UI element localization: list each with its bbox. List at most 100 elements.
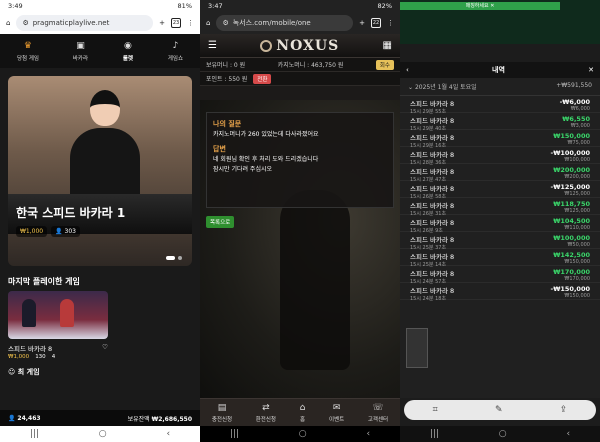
menu-icon[interactable]: ⋮ — [187, 19, 194, 27]
new-tab-icon[interactable]: + — [359, 19, 365, 27]
featured-game-card[interactable]: 한국 스피드 바카라 1 ₩1,000 👤 303 — [8, 76, 192, 266]
category-roulette[interactable]: ◉ 룰렛 — [122, 40, 134, 62]
history-row[interactable]: 스피드 바카라 8 15시 26분 9초 ₩104,500 ₩110,000 — [400, 215, 600, 234]
url-field[interactable]: ⚙ 녹서스.com/mobile/one — [216, 15, 354, 31]
home-icon[interactable]: ⌂ — [206, 19, 210, 27]
url-field[interactable]: ⚙ pragmaticplaylive.net — [16, 15, 154, 31]
row-amount: ₩104,500 — [553, 217, 590, 225]
history-row[interactable]: 스피드 바카라 8 15시 29분 55초 -₩6,000 ₩6,000 — [400, 96, 600, 115]
row-game-name: 스피드 바카라 8 — [410, 185, 455, 193]
row-timestamp: 15시 24분 57초 — [410, 279, 447, 285]
home-nav-icon[interactable]: ○ — [299, 429, 307, 439]
history-row[interactable]: 스피드 바카라 8 15시 26분 31초 ₩118,750 ₩125,000 — [400, 198, 600, 217]
edit-icon[interactable]: ✎ — [495, 405, 503, 415]
row-right: ₩150,000 ₩75,000 — [553, 132, 590, 146]
player-count-badge: 👤 303 — [51, 226, 80, 237]
mini-player-thumbnail[interactable] — [406, 328, 428, 368]
row-timestamp: 15시 28분 36초 — [410, 160, 447, 166]
back-to-list-button[interactable]: 목록으로 — [206, 216, 235, 228]
exchange-icon: ⇄ — [262, 402, 270, 413]
row-game-name: 스피드 바카라 8 — [410, 117, 455, 125]
tab-count-button[interactable]: 23 — [171, 18, 181, 28]
home-icon[interactable]: ⌂ — [6, 19, 10, 27]
featured-game-title: 한국 스피드 바카라 1 — [16, 206, 126, 220]
recents-icon[interactable]: ||| — [30, 429, 39, 439]
dealer-image — [70, 90, 140, 200]
tab-count-button[interactable]: 22 — [371, 18, 381, 28]
history-row[interactable]: 스피드 바카라 8 15시 27분 47초 ₩200,000 ₩200,000 — [400, 164, 600, 183]
row-timestamp: 15시 29분 16초 — [410, 143, 447, 149]
row-left: 스피드 바카라 8 15시 25분 37초 — [410, 234, 454, 251]
history-row[interactable]: 스피드 바카라 8 15시 26분 58초 -₩125,000 ₩125,000 — [400, 181, 600, 200]
wallet-icon: ▤ — [217, 402, 227, 413]
carousel-dots[interactable] — [166, 256, 182, 260]
history-row[interactable]: 스피드 바카라 8 15시 28분 36초 -₩100,000 ₩100,000 — [400, 147, 600, 166]
url-text: 녹서스.com/mobile/one — [232, 19, 311, 27]
date-text: 2025년 1월 4일 토요일 — [414, 84, 477, 91]
row-amount: ₩200,000 — [553, 166, 590, 174]
convert-button[interactable]: 전환 — [253, 73, 272, 84]
category-winning[interactable]: ♛ 당첨 게임 — [17, 40, 39, 62]
recents-icon[interactable]: ||| — [430, 429, 439, 439]
category-gameshow[interactable]: ♪ 게임쇼 — [168, 40, 183, 62]
nav-label: 환전신청 — [255, 416, 276, 423]
back-arrow-icon[interactable]: ‹ — [406, 66, 409, 74]
nav-withdraw[interactable]: ⇄ 환전신청 — [256, 403, 276, 423]
history-row[interactable]: 스피드 바카라 8 15시 24분 18초 -₩150,000 ₩150,000 — [400, 283, 600, 302]
balance: 보유잔액 ₩2,686,550 — [128, 414, 192, 423]
menu-icon[interactable]: ⋮ — [387, 19, 394, 27]
crop-icon[interactable]: ⌗ — [433, 405, 438, 415]
money-row: 보유머니 : 0 원 카지노머니 : 463,750 원 회수 — [200, 58, 400, 72]
site-settings-icon[interactable]: ⚙ — [222, 19, 228, 27]
recent-game-thumbnail[interactable] — [8, 291, 108, 339]
row-bet: ₩3,000 — [570, 123, 590, 129]
more-games-label: 최 게임 — [17, 368, 40, 376]
date-row[interactable]: ⌄ 2025년 1월 4일 토요일 +₩591,550 — [400, 78, 600, 96]
back-icon[interactable]: ‹ — [366, 429, 370, 439]
row-timestamp: 15시 26분 9초 — [410, 228, 443, 234]
nav-label: 충전신청 — [211, 416, 233, 423]
screenshot-toolbar: ⌗ ✎ ⇪ — [404, 400, 596, 420]
history-row[interactable]: 스피드 바카라 8 15시 24분 57초 ₩170,000 ₩170,000 — [400, 266, 600, 285]
nav-event[interactable]: ✉ 이벤트 — [329, 403, 344, 423]
close-icon[interactable]: ✕ — [588, 66, 594, 74]
nav-support[interactable]: ☏ 고객센터 — [368, 403, 388, 423]
history-row[interactable]: 스피드 바카라 8 15시 29분 40초 ₩6,550 ₩3,000 — [400, 113, 600, 132]
cards-icon: ▣ — [76, 41, 85, 51]
status-bar: 3:49 81% — [0, 0, 200, 12]
back-icon[interactable]: ‹ — [166, 429, 170, 439]
history-row[interactable]: 스피드 바카라 8 15시 29분 16초 ₩150,000 ₩75,000 — [400, 130, 600, 149]
online-count-value: 24,463 — [17, 414, 41, 422]
category-label: 게임쇼 — [167, 56, 184, 62]
top-banner: 매칭하세요 ✕ — [400, 2, 560, 10]
history-title: 내역 — [492, 66, 505, 74]
row-amount: -₩6,000 — [559, 98, 590, 106]
site-settings-icon[interactable]: ⚙ — [22, 19, 28, 27]
favorite-heart-icon[interactable]: ♡ — [102, 343, 108, 353]
logo-mark-icon — [260, 39, 273, 52]
inquiry-panel: 나의 질문 카지노머니가 260 있었는데 다사라졌어요 답변 네 회원님 확인… — [206, 112, 394, 208]
dealer-figure — [22, 299, 36, 327]
status-battery: 82% — [377, 2, 392, 10]
back-icon[interactable]: ‹ — [566, 429, 570, 439]
home-nav-icon[interactable]: ○ — [499, 429, 507, 439]
android-nav-bar: ||| ○ ‹ — [200, 426, 400, 442]
retrieve-button[interactable]: 회수 — [375, 59, 394, 70]
game-background: 매칭하세요 ✕ — [400, 0, 600, 44]
history-row[interactable]: 스피드 바카라 8 15시 25분 37초 ₩100,000 ₩50,000 — [400, 232, 600, 251]
row-left: 스피드 바카라 8 15시 29분 40초 — [410, 115, 455, 132]
new-tab-icon[interactable]: + — [159, 19, 165, 27]
recents-icon[interactable]: ||| — [230, 429, 239, 439]
home-nav-icon[interactable]: ○ — [99, 429, 107, 439]
nav-home[interactable]: ⌂ 홈 — [300, 403, 306, 423]
share-icon[interactable]: ⇪ — [560, 405, 568, 415]
site-header: ☰ NOXUS ▦ — [200, 34, 400, 58]
hamburger-icon[interactable]: ☰ — [208, 40, 217, 51]
category-label: 당첨 게임 — [16, 56, 39, 62]
nav-label: 홈 — [299, 416, 306, 423]
nav-deposit[interactable]: ▤ 충전신청 — [212, 403, 232, 423]
history-row[interactable]: 스피드 바카라 8 15시 25분 14초 ₩142,500 ₩150,000 — [400, 249, 600, 268]
category-baccarat[interactable]: ▣ 바카라 — [73, 40, 88, 62]
grid-menu-icon[interactable]: ▦ — [383, 40, 392, 51]
site-logo[interactable]: NOXUS — [260, 38, 339, 54]
